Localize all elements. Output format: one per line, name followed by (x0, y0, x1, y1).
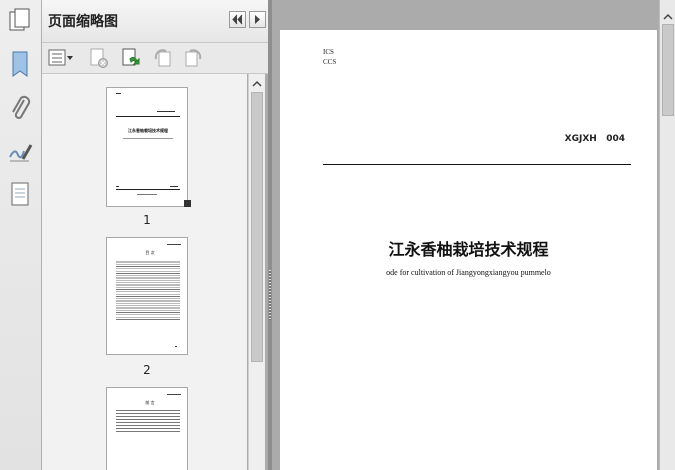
panel-header: 页面缩略图 (42, 0, 270, 43)
delete-page-icon (90, 48, 108, 68)
splitter-grip[interactable] (269, 270, 271, 320)
scroll-up-icon[interactable] (251, 76, 263, 90)
bookmark-icon[interactable] (6, 50, 34, 78)
rotate-ccw-icon (154, 49, 171, 67)
thumbnail-foreword-heading: 前 言 (145, 400, 155, 405)
collapse-panel-button[interactable] (229, 11, 246, 28)
panel-next-button[interactable] (249, 11, 266, 28)
layers-icon[interactable] (6, 180, 34, 208)
paperclip-icon[interactable] (6, 94, 34, 122)
insert-page-button[interactable] (120, 47, 142, 69)
thumbnail-label-1: 1 (143, 213, 151, 227)
page-thumbnail-3[interactable]: 前 言 (106, 387, 188, 470)
options-icon (48, 49, 73, 66)
ics-label: ICS (323, 48, 334, 56)
ccs-label: CCS (323, 58, 337, 66)
document-scroll-thumb[interactable] (662, 24, 674, 116)
thumbnail-list: 江永香柚栽培技术规程 1 目 次 2 前 言 (42, 74, 247, 470)
pages-icon[interactable] (6, 6, 34, 34)
thumbnail-scroll-thumb[interactable] (251, 92, 263, 362)
delete-page-button[interactable] (88, 47, 110, 69)
navigation-tool-strip (0, 0, 42, 470)
rotate-cw-button[interactable] (182, 47, 204, 69)
thumbnail-doc-title: 江永香柚栽培技术规程 (128, 128, 168, 133)
panel-title: 页面缩略图 (48, 14, 118, 30)
header-rule (323, 164, 631, 165)
thumbnail-toc-heading: 目 次 (145, 250, 155, 255)
page-thumbnail-2[interactable]: 目 次 (106, 237, 188, 355)
page-thumbnail-1[interactable]: 江永香柚栽培技术规程 (106, 87, 188, 207)
insert-page-icon (122, 48, 140, 66)
document-page: ICS CCS XGJXH 004 江永香柚栽培技术规程 ode for cul… (280, 30, 657, 470)
document-title-en: ode for cultivation of Jiangyongxiangyou… (386, 268, 551, 277)
thumbnail-scrollbar[interactable] (248, 74, 265, 470)
rotate-cw-icon (185, 49, 202, 67)
signature-icon[interactable] (6, 138, 34, 166)
document-scrollbar[interactable] (659, 0, 675, 470)
thumbnail-label-2: 2 (143, 363, 151, 377)
document-title-cn: 江永香柚栽培技术规程 (388, 240, 549, 259)
standard-number: XGJXH 004 (564, 134, 625, 144)
options-menu-button[interactable] (48, 47, 74, 69)
chevron-right-icon (255, 15, 260, 24)
selected-page-marker[interactable] (184, 200, 191, 207)
double-chevron-left-icon (232, 14, 243, 25)
panel-toolbar (42, 43, 270, 74)
document-view: ICS CCS XGJXH 004 江永香柚栽培技术规程 ode for cul… (272, 0, 659, 470)
scroll-up-icon[interactable] (662, 8, 674, 20)
rotate-ccw-button[interactable] (152, 47, 174, 69)
